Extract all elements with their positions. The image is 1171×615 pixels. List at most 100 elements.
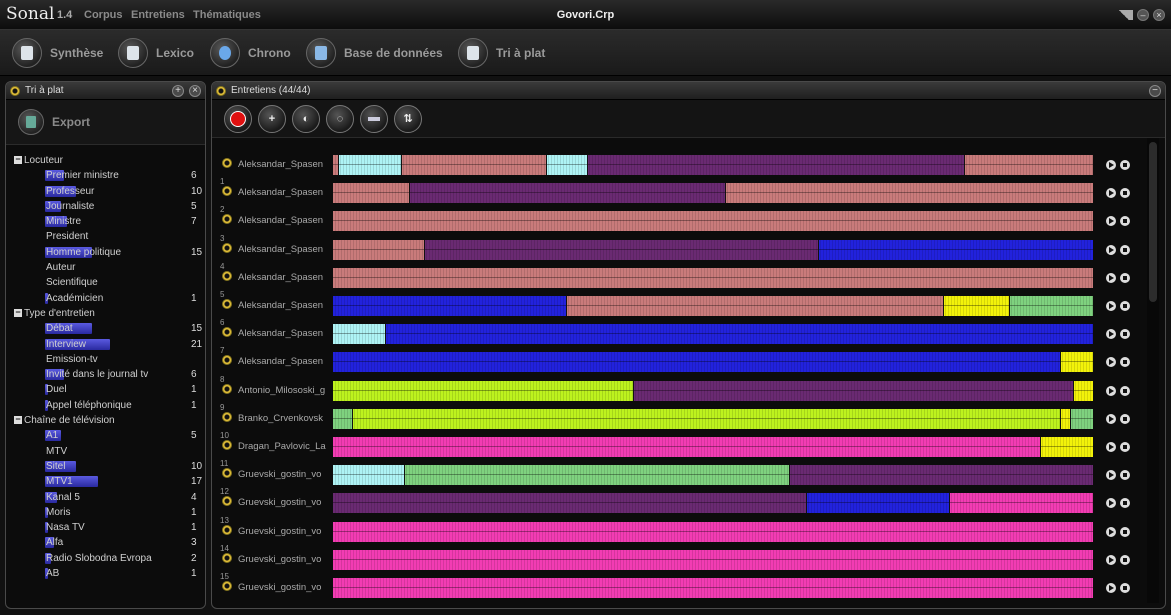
stop-icon[interactable] <box>1120 244 1130 255</box>
timeline-segment[interactable] <box>1059 352 1093 373</box>
track-toggle-icon[interactable] <box>222 214 232 225</box>
interview-track[interactable]: 4 Aleksandar_Spasen <box>216 262 1156 292</box>
play-icon[interactable] <box>1106 470 1116 481</box>
variable-item[interactable]: MTV <box>12 444 205 459</box>
variable-item[interactable]: Homme politique 15 <box>12 245 205 260</box>
zoom-in-icon[interactable]: ◐ <box>292 104 320 133</box>
add-segment-icon[interactable]: + <box>258 104 286 133</box>
timeline-segment[interactable] <box>424 239 818 260</box>
track-timeline[interactable] <box>333 549 1093 570</box>
interview-track[interactable]: 8 Antonio_Milososki_g <box>216 375 1156 405</box>
stop-icon[interactable] <box>1120 301 1130 311</box>
timeline-segment[interactable] <box>333 183 409 204</box>
timeline-segment[interactable] <box>401 155 547 175</box>
track-toggle-icon[interactable] <box>222 468 232 479</box>
variable-item[interactable]: Ministre 7 <box>12 214 205 229</box>
variable-item[interactable]: Journaliste 5 <box>12 199 205 214</box>
track-toggle-icon[interactable] <box>222 158 232 168</box>
play-icon[interactable] <box>1106 301 1116 311</box>
track-toggle-icon[interactable] <box>222 186 232 197</box>
timeline-segment[interactable] <box>333 437 1040 457</box>
timeline-segment[interactable] <box>333 239 425 260</box>
variable-item[interactable]: Nasa TV 1 <box>12 520 205 535</box>
play-icon[interactable] <box>1106 583 1116 593</box>
interview-track[interactable]: 7 Aleksandar_Spasen <box>216 346 1156 376</box>
variable-item[interactable]: Professeur 10 <box>12 184 205 199</box>
timeline-segment[interactable] <box>586 155 964 175</box>
variable-item[interactable]: Sitel 10 <box>12 459 205 474</box>
play-icon[interactable] <box>1106 329 1116 340</box>
timeline-segment[interactable] <box>545 155 587 175</box>
interview-track[interactable]: 15 Gruevski_gostin_vo <box>216 572 1156 602</box>
close-icon[interactable]: × <box>189 84 201 97</box>
variable-item[interactable]: MTV1 17 <box>12 474 205 489</box>
timeline-segment[interactable] <box>333 324 385 345</box>
track-timeline[interactable] <box>333 183 1093 204</box>
synthese-button[interactable]: Synthèse <box>12 38 103 68</box>
interview-track[interactable]: 11 Gruevski_gostin_vo <box>216 459 1156 489</box>
timeline-segment[interactable] <box>333 578 1093 598</box>
stop-icon[interactable] <box>1120 526 1130 537</box>
timeline-segment[interactable] <box>633 380 1074 401</box>
chrono-button[interactable]: Chrono <box>210 38 291 68</box>
category-header[interactable]: Type d'entretien <box>12 306 205 321</box>
track-toggle-icon[interactable] <box>222 524 232 535</box>
interview-track[interactable]: 12 Gruevski_gostin_vo <box>216 487 1156 517</box>
timeline-segment[interactable] <box>725 183 1093 204</box>
stop-icon[interactable] <box>1120 216 1130 227</box>
zoom-out-icon[interactable]: ◌ <box>326 104 354 133</box>
database-button[interactable]: Base de données <box>306 38 443 68</box>
track-timeline[interactable] <box>333 493 1093 514</box>
interview-track[interactable]: 5 Aleksandar_Spasen <box>216 290 1156 320</box>
timeline-segment[interactable] <box>333 549 1093 570</box>
variable-item[interactable]: Académicien 1 <box>12 291 205 306</box>
play-icon[interactable] <box>1106 272 1116 283</box>
timeline-segment[interactable] <box>333 408 352 429</box>
timeline-segment[interactable] <box>943 296 1010 316</box>
play-icon[interactable] <box>1106 442 1116 452</box>
variable-item[interactable]: Scientifique <box>12 275 205 290</box>
stop-icon[interactable] <box>1120 188 1130 199</box>
menu-corpus[interactable]: Corpus <box>84 9 123 21</box>
stop-icon[interactable] <box>1120 329 1130 340</box>
interview-track[interactable]: 10 Dragan_Pavlovic_La <box>216 431 1156 461</box>
track-timeline[interactable] <box>333 211 1093 232</box>
variable-item[interactable]: Invité dans le journal tv 6 <box>12 367 205 382</box>
timeline-segment[interactable] <box>789 465 1093 486</box>
track-toggle-icon[interactable] <box>222 496 232 507</box>
sort-icon[interactable]: ⇅ <box>394 104 422 133</box>
track-timeline[interactable] <box>333 296 1093 316</box>
variable-item[interactable]: Radio Slobodna Evropa 2 <box>12 551 205 566</box>
track-toggle-icon[interactable] <box>222 327 232 338</box>
minimize-button[interactable]: – <box>1137 9 1149 21</box>
timeline-segment[interactable] <box>403 465 790 486</box>
track-timeline[interactable] <box>333 380 1093 401</box>
timeline-segment[interactable] <box>817 239 1093 260</box>
play-icon[interactable] <box>1106 385 1116 396</box>
track-timeline[interactable] <box>333 155 1093 175</box>
interview-track[interactable]: 9 Branko_Crvenkovsk <box>216 403 1156 433</box>
track-toggle-icon[interactable] <box>222 440 232 450</box>
variable-item[interactable]: President <box>12 229 205 244</box>
collapse-icon[interactable]: − <box>1149 84 1161 97</box>
play-icon[interactable] <box>1106 498 1116 509</box>
interview-track[interactable]: 2 Aleksandar_Spasen <box>216 205 1156 235</box>
lexico-button[interactable]: Lexico <box>118 38 194 68</box>
track-toggle-icon[interactable] <box>222 299 232 309</box>
timeline-segment[interactable] <box>333 521 1093 542</box>
play-icon[interactable] <box>1106 216 1116 227</box>
play-icon[interactable] <box>1106 244 1116 255</box>
track-timeline[interactable] <box>333 465 1093 486</box>
timeline-segment[interactable] <box>963 155 1093 175</box>
variable-item[interactable]: AB 1 <box>12 566 205 581</box>
close-button[interactable]: × <box>1153 9 1165 21</box>
track-timeline[interactable] <box>333 239 1093 260</box>
timeline-segment[interactable] <box>1060 408 1071 429</box>
track-toggle-icon[interactable] <box>222 411 232 422</box>
timeline-segment[interactable] <box>333 465 404 486</box>
stop-icon[interactable] <box>1120 470 1130 481</box>
variable-item[interactable]: Kanal 5 4 <box>12 490 205 505</box>
track-timeline[interactable] <box>333 408 1093 429</box>
play-icon[interactable] <box>1106 357 1116 368</box>
variable-item[interactable]: A1 5 <box>12 428 205 443</box>
